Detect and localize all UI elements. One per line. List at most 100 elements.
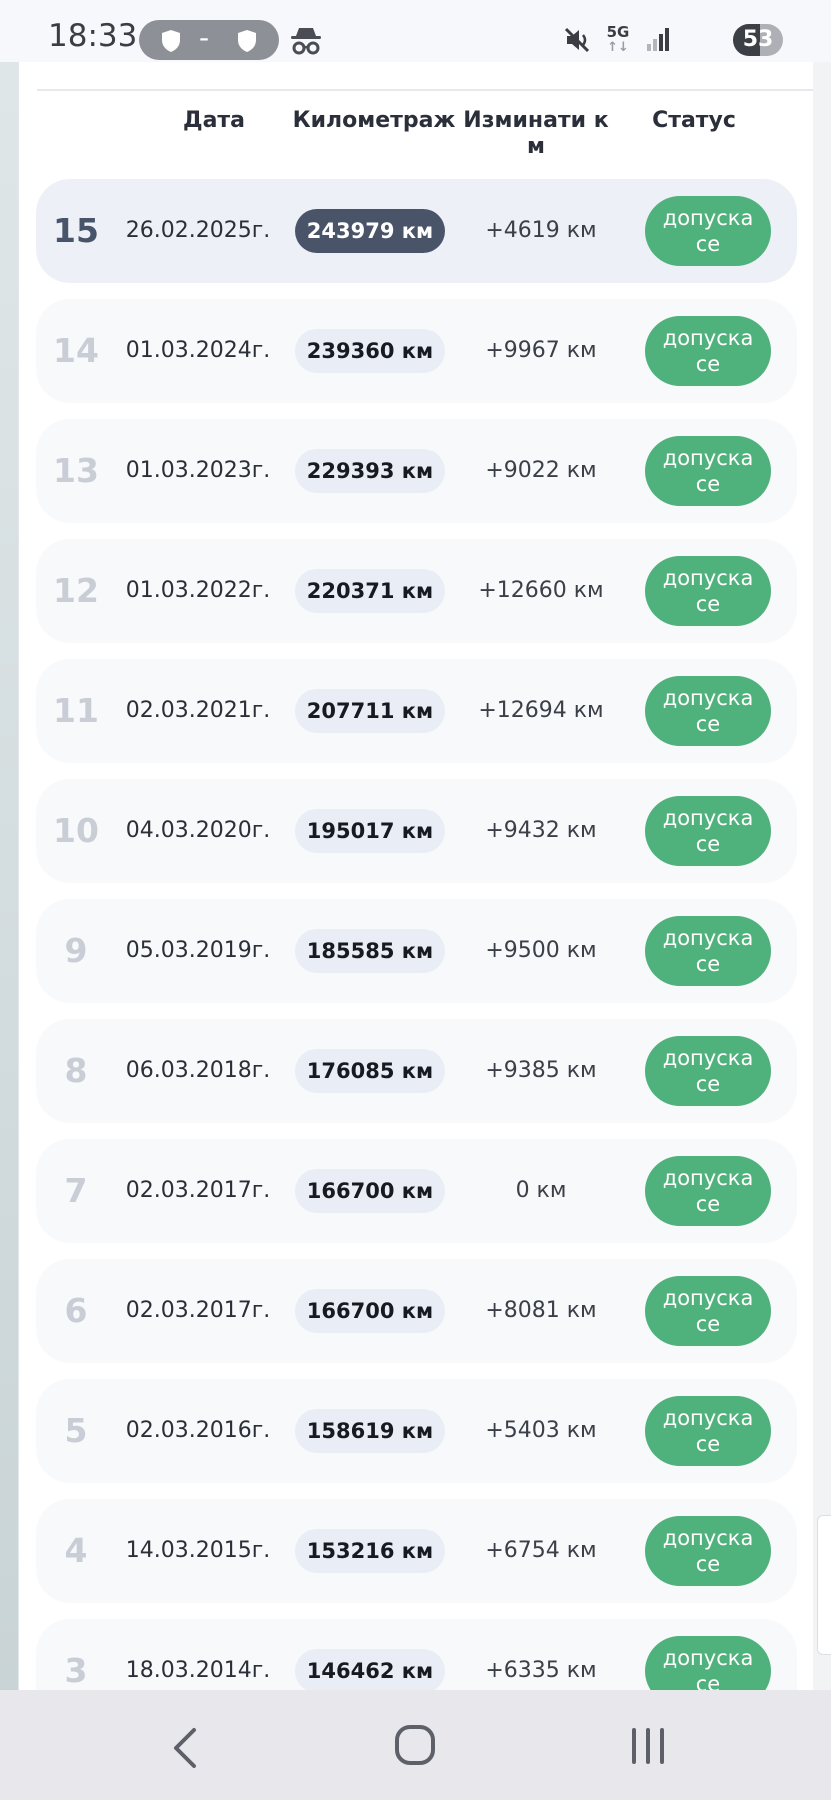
row-date: 02.03.2021г. [125,698,271,723]
header-date: Дата [182,108,246,133]
shield-icon [162,30,180,52]
row-number: 3 [64,1651,88,1690]
row-diff: +6335 км [485,1658,597,1683]
mileage-badge: 166700 км [295,1289,445,1333]
mileage-badge: 220371 км [295,569,445,613]
table-row: 6 02.03.2017г. 166700 км +8081 км допуска се [36,1259,797,1363]
header-diff: Изминати к м [463,108,609,159]
mileage-badge: 158619 км [295,1409,445,1453]
status-badge: допуска се [645,796,771,866]
row-number: 13 [53,451,99,490]
row-diff: +9385 км [485,1058,597,1083]
table-row: 10 04.03.2020г. 195017 км +9432 км допуска с… [36,779,797,883]
row-number: 14 [53,331,99,370]
mileage-badge: 166700 км [295,1169,445,1213]
status-badge: допуска се [645,196,771,266]
row-date: 02.03.2017г. [125,1178,271,1203]
status-badge: допуска се [645,916,771,986]
clock: 18:33 [48,18,138,54]
row-date: 01.03.2024г. [125,338,271,363]
status-badge: допуска се [645,1036,771,1106]
status-badge: допуска се [645,1156,771,1226]
signal-icon [647,28,669,51]
table-row: 14 01.03.2024г. 239360 км +9967 км допуска с… [36,299,797,403]
row-diff: +4619 км [485,218,597,243]
status-badge: допуска се [645,1276,771,1346]
row-diff: 0 км [515,1178,567,1203]
mileage-badge: 185585 км [295,929,445,973]
vpn-separator: - [199,21,210,54]
mileage-badge: 153216 км [295,1529,445,1573]
incognito-icon [291,28,321,55]
vpn-indicator: - [139,20,279,60]
row-diff: +12694 км [478,698,604,723]
table-row: 7 02.03.2017г. 166700 км 0 км допуска се [36,1139,797,1243]
back-icon[interactable] [170,1726,200,1770]
row-diff: +12660 км [478,578,604,603]
row-diff: +9022 км [485,458,597,483]
status-bar: 18:33 - 5G ↑↓ 53 [0,0,831,62]
row-date: 02.03.2017г. [125,1298,271,1323]
mileage-badge: 195017 км [295,809,445,853]
status-badge: допуска се [645,316,771,386]
mileage-badge: 229393 км [295,449,445,493]
status-badge: допуска се [645,1636,771,1690]
row-number: 10 [53,811,99,850]
table-row: 9 05.03.2019г. 185585 км +9500 км допуска се [36,899,797,1003]
row-date: 01.03.2022г. [125,578,271,603]
row-number: 9 [64,931,88,970]
divider [37,89,813,91]
row-diff: +9432 км [485,818,597,843]
row-diff: +6754 км [485,1538,597,1563]
data-arrows-icon: ↑↓ [607,40,629,55]
row-diff: +8081 км [485,1298,597,1323]
row-diff: +9967 км [485,338,597,363]
mileage-badge: 146462 км [295,1649,445,1690]
background-left-edge [0,62,18,1690]
table-row: 11 02.03.2021г. 207711 км +12694 км допуска … [36,659,797,763]
home-icon[interactable] [394,1724,436,1766]
status-badge: допуска се [645,1516,771,1586]
row-diff: +5403 км [485,1418,597,1443]
scroll-handle[interactable] [817,1515,831,1655]
battery-indicator: 53 [733,24,783,56]
row-date: 02.03.2016г. [125,1418,271,1443]
navigation-bar [0,1690,831,1800]
table-header: Дата Километраж Изминати к м Статус [19,108,813,168]
row-number: 7 [64,1171,88,1210]
row-date: 14.03.2015г. [125,1538,271,1563]
network-type: 5G [606,23,630,41]
row-date: 04.03.2020г. [125,818,271,843]
row-date: 05.03.2019г. [125,938,271,963]
background-right-edge [813,62,831,1690]
mileage-badge: 239360 км [295,329,445,373]
table-row: 4 14.03.2015г. 153216 км +6754 км допуска се [36,1499,797,1603]
status-badge: допуска се [645,1396,771,1466]
status-badge: допуска се [645,436,771,506]
row-number: 4 [64,1531,88,1570]
battery-level: 53 [742,27,774,52]
row-date: 18.03.2014г. [125,1658,271,1683]
table-row: 13 01.03.2023г. 229393 км +9022 км допуска с… [36,419,797,523]
status-badge: допуска се [645,676,771,746]
row-number: 8 [64,1051,88,1090]
recent-apps-icon[interactable] [630,1726,666,1766]
table-row: 3 18.03.2014г. 146462 км +6335 км допуска се [36,1619,797,1690]
row-number: 15 [53,211,99,250]
row-diff: +9500 км [485,938,597,963]
header-status: Статус [652,108,736,133]
row-number: 11 [53,691,99,730]
row-number: 12 [53,571,99,610]
header-mileage: Километраж [292,108,456,133]
mileage-badge: 243979 км [295,209,445,253]
row-number: 5 [64,1411,88,1450]
row-number: 6 [64,1291,88,1330]
shield-icon [238,30,256,52]
row-date: 06.03.2018г. [125,1058,271,1083]
row-date: 01.03.2023г. [125,458,271,483]
mileage-badge: 207711 км [295,689,445,733]
mileage-history-card[interactable]: Дата Километраж Изминати к м Статус 15 26… [18,62,813,1690]
table-row: 15 26.02.2025г. 243979 км +4619 км допуска с… [36,179,797,283]
5g-icon: 5G ↑↓ [603,24,633,56]
row-date: 26.02.2025г. [125,218,271,243]
